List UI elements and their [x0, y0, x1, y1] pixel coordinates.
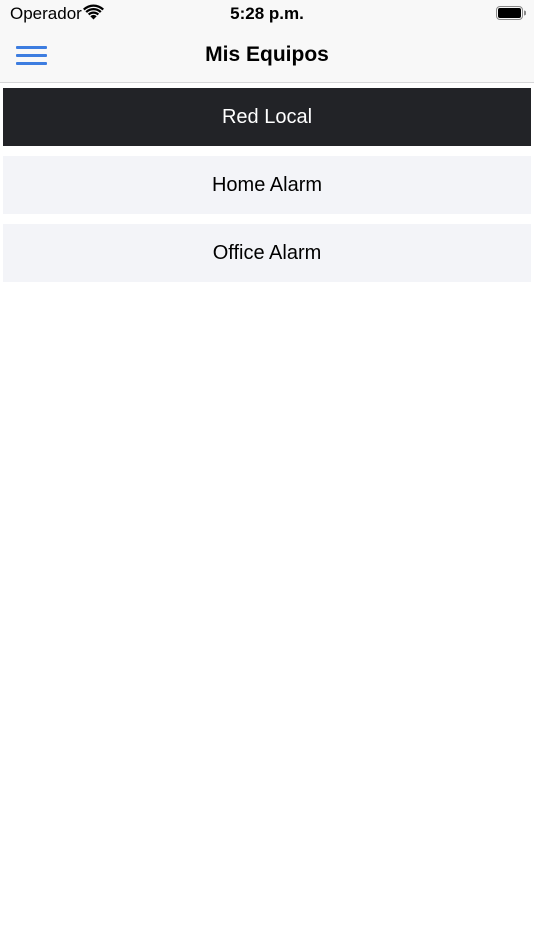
battery-full-icon — [496, 6, 526, 20]
navigation-bar: Mis Equipos — [0, 27, 534, 83]
page-title: Mis Equipos — [205, 43, 329, 66]
device-item-label: Office Alarm — [212, 241, 322, 264]
device-item-office-alarm[interactable]: Office Alarm — [3, 224, 531, 282]
device-item-label: Home Alarm — [211, 173, 323, 196]
device-item-home-alarm[interactable]: Home Alarm — [3, 156, 531, 214]
device-item-label: Red Local — [221, 105, 313, 128]
screen: Operador 5:28 p.m. Mis Equipos Red Local — [0, 0, 534, 950]
device-item-red-local[interactable]: Red Local — [3, 88, 531, 146]
menu-button[interactable] — [16, 45, 48, 67]
device-list: Red Local Home Alarm Office Alarm — [3, 88, 531, 292]
status-bar: Operador 5:28 p.m. — [0, 0, 534, 27]
status-time: 5:28 p.m. — [230, 4, 304, 23]
